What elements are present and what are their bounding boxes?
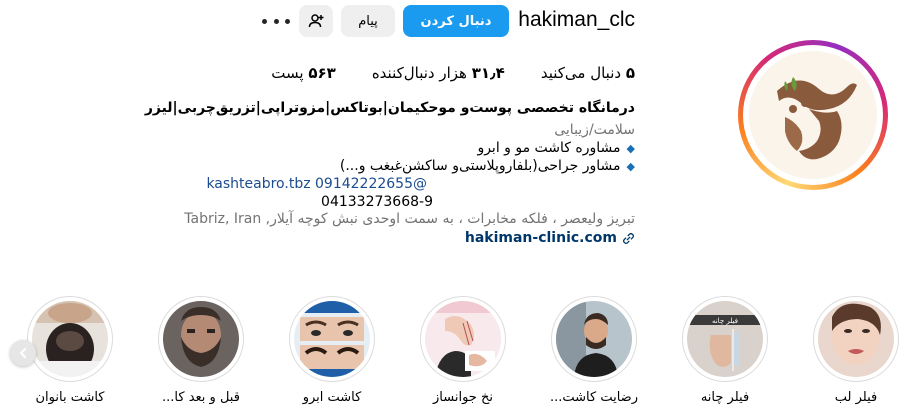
diamond-icon: ◆	[626, 142, 635, 155]
hakiman-logo	[749, 51, 877, 179]
highlight-item[interactable]: کاشت ابرو	[282, 296, 382, 405]
profile-stats: ۵۶۳ پست ۳۱٫۴ هزار دنبال‌کننده ۵ دنبال می…	[271, 64, 635, 82]
highlight-label: فیلر لب	[834, 390, 878, 405]
followers-count[interactable]: ۳۱٫۴ هزار دنبال‌کننده	[372, 64, 505, 82]
svg-text:فیلر چانه: فیلر چانه	[712, 317, 738, 325]
highlight-label: نخ جوانساز	[433, 390, 493, 405]
message-button[interactable]: پیام	[341, 5, 395, 37]
highlight-label: کاشت ابرو	[302, 390, 362, 405]
highlight-ring	[158, 296, 244, 382]
bio-name: درمانگاه تخصصی پوست‌و موحکیمان|بوتاکس|مز…	[144, 100, 635, 116]
eyebrow-photo-icon	[294, 301, 370, 377]
highlight-ring	[420, 296, 506, 382]
bio-contact-handle[interactable]: kashteabro.tbz 09142222655@	[206, 176, 427, 192]
bio-phone: 04133273668-9	[321, 194, 433, 210]
scroll-left-button[interactable]	[10, 340, 36, 366]
posts-count[interactable]: ۵۶۳ پست	[271, 64, 336, 82]
highlight-ring	[289, 296, 375, 382]
diamond-icon: ◆	[626, 160, 635, 173]
profile-username: hakiman_clc	[518, 8, 635, 31]
highlight-label: قبل و بعد کا...	[162, 390, 240, 405]
man-photo-icon	[556, 301, 632, 377]
person-add-icon	[308, 14, 324, 28]
highlight-ring: فیلر چانه	[682, 296, 768, 382]
website-link-text[interactable]: hakiman-clinic.com	[465, 230, 617, 246]
highlight-item[interactable]: فیلر لب	[806, 296, 906, 405]
highlight-item[interactable]: فیلر چانه فیلر چانه	[675, 296, 775, 405]
highlight-ring	[27, 296, 113, 382]
chin-photo-icon: فیلر چانه	[687, 301, 763, 377]
avatar-frame	[743, 45, 883, 185]
highlight-item[interactable]: نخ جوانساز	[413, 296, 513, 405]
hair-photo-icon	[32, 301, 108, 377]
more-options-icon[interactable]	[262, 11, 290, 31]
highlight-ring	[551, 296, 637, 382]
story-highlights: فیلر لب فیلر چانه فیلر چانه رضایت کاشت..…	[0, 296, 924, 416]
profile-avatar[interactable]	[738, 40, 888, 190]
bio-address: تبریز ولیعصر ، فلکه مخابرات ، به سمت اوح…	[184, 211, 635, 227]
highlight-item[interactable]: رضایت کاشت...	[544, 296, 644, 405]
highlight-label: کاشت بانوان	[35, 390, 105, 405]
bio-line: ◆مشاور جراحی(بلفاروپلاستی‌و ساکشن‌غبغب و…	[339, 158, 635, 174]
bio-line: ◆مشاوره کاشت مو و ابرو	[477, 140, 635, 156]
lips-photo-icon	[818, 301, 894, 377]
highlight-label: رضایت کاشت...	[550, 390, 638, 405]
highlight-item[interactable]: قبل و بعد کا...	[151, 296, 251, 405]
chevron-left-icon	[20, 348, 26, 358]
follow-button[interactable]: دنبال کردن	[403, 5, 509, 37]
following-count[interactable]: ۵ دنبال می‌کنید	[541, 64, 635, 82]
beard-photo-icon	[163, 301, 239, 377]
website-link[interactable]: hakiman-clinic.com	[465, 230, 635, 246]
link-icon	[622, 232, 635, 244]
bio-category: سلامت/زیبایی	[554, 122, 635, 138]
face-thread-photo-icon	[425, 301, 501, 377]
highlight-ring	[813, 296, 899, 382]
highlight-label: فیلر چانه	[700, 390, 750, 405]
suggest-accounts-button[interactable]	[299, 5, 333, 37]
